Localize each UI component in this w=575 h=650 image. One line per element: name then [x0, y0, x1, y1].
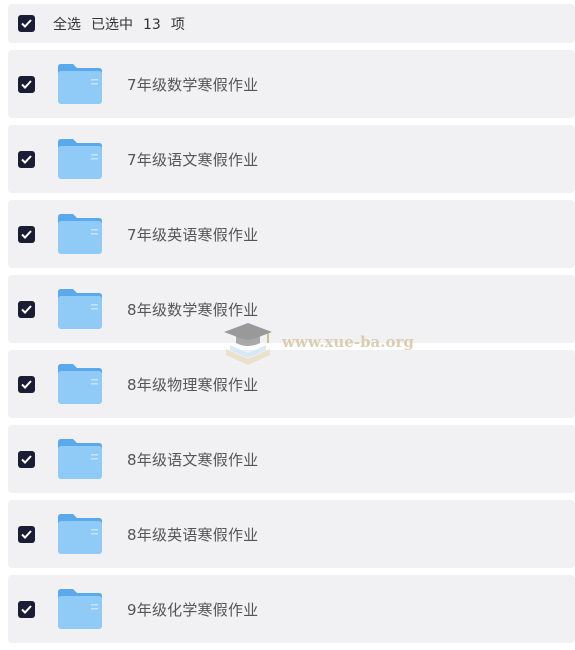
checkmark-icon: [21, 19, 32, 28]
folder-name[interactable]: 8年级物理寒假作业: [127, 374, 258, 395]
folder-row[interactable]: 9年级化学寒假作业: [8, 575, 575, 643]
checkmark-icon: [21, 304, 32, 314]
checkmark-icon: [21, 379, 32, 389]
folder-row[interactable]: 8年级物理寒假作业: [8, 350, 575, 418]
checkmark-icon: [21, 229, 32, 239]
folder-name[interactable]: 9年级化学寒假作业: [127, 599, 258, 620]
folder-icon: [58, 514, 102, 554]
selection-summary: 全选 已选中 13 项: [53, 14, 195, 34]
folder-name[interactable]: 7年级语文寒假作业: [127, 149, 258, 170]
folder-icon: [58, 364, 102, 404]
folder-icon: [58, 214, 102, 254]
folder-row[interactable]: 7年级数学寒假作业: [8, 50, 575, 118]
selected-suffix: 项: [170, 16, 185, 33]
row-checkbox[interactable]: [18, 525, 35, 543]
folder-name[interactable]: 8年级语文寒假作业: [127, 449, 258, 470]
row-checkbox[interactable]: [18, 375, 35, 393]
row-checkbox[interactable]: [18, 450, 35, 468]
checkmark-icon: [21, 604, 32, 614]
folder-row[interactable]: 8年级语文寒假作业: [8, 425, 575, 493]
folder-list: 7年级数学寒假作业 7年级语文寒假作业 7年级英语寒假作业 8年级数学寒假作业 …: [8, 50, 575, 650]
folder-icon: [58, 289, 102, 329]
checkmark-icon: [21, 154, 32, 164]
selected-prefix: 已选中: [91, 16, 133, 33]
folder-name[interactable]: 8年级英语寒假作业: [127, 524, 258, 545]
folder-icon: [58, 589, 102, 629]
checkmark-icon: [21, 529, 32, 539]
folder-name[interactable]: 7年级英语寒假作业: [127, 224, 258, 245]
row-checkbox[interactable]: [18, 600, 35, 618]
folder-name[interactable]: 8年级数学寒假作业: [127, 299, 258, 320]
folder-icon: [58, 64, 102, 104]
folder-row[interactable]: 8年级英语寒假作业: [8, 500, 575, 568]
folder-name[interactable]: 7年级数学寒假作业: [127, 74, 258, 95]
select-all-label[interactable]: 全选: [53, 17, 81, 33]
row-checkbox[interactable]: [18, 150, 35, 168]
row-checkbox[interactable]: [18, 225, 35, 243]
select-all-bar: 全选 已选中 13 项: [8, 4, 575, 43]
folder-row[interactable]: 8年级数学寒假作业: [8, 275, 575, 343]
row-checkbox[interactable]: [18, 300, 35, 318]
selected-count: 13: [143, 16, 161, 33]
select-all-checkbox[interactable]: [18, 15, 35, 32]
checkmark-icon: [21, 79, 32, 89]
folder-icon: [58, 439, 102, 479]
folder-icon: [58, 139, 102, 179]
checkmark-icon: [21, 454, 32, 464]
folder-row[interactable]: 7年级英语寒假作业: [8, 200, 575, 268]
folder-row[interactable]: 7年级语文寒假作业: [8, 125, 575, 193]
row-checkbox[interactable]: [18, 75, 35, 93]
